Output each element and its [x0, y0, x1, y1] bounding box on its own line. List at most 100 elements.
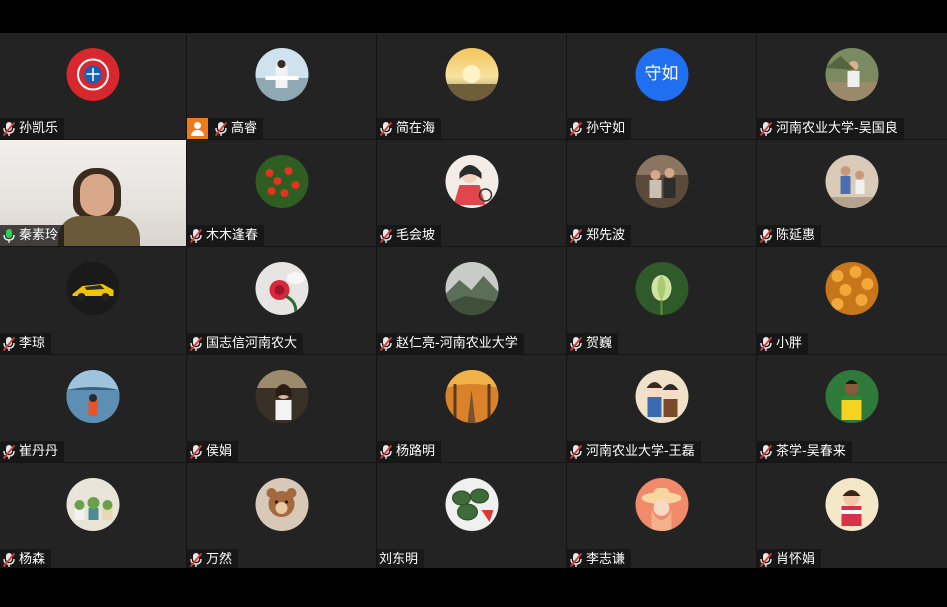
- microphone-muted-icon: [569, 552, 583, 567]
- participant-name: 郑先波: [586, 228, 626, 243]
- participant-name-tag: 秦素玲: [0, 225, 65, 246]
- participant-tile[interactable]: 小胖: [757, 247, 947, 354]
- participant-name: 杨森: [19, 552, 46, 567]
- microphone-muted-icon: [379, 228, 393, 243]
- participant-avatar: [825, 262, 879, 315]
- participant-tile[interactable]: 毛会坡: [377, 140, 566, 246]
- participant-avatar: 守如: [635, 48, 688, 101]
- participant-tile[interactable]: 茶学-吴春来: [757, 355, 947, 462]
- participant-avatar: [635, 262, 688, 315]
- participant-tile[interactable]: 赵仁亮-河南农业大学: [377, 247, 566, 354]
- microphone-muted-icon: [379, 121, 393, 136]
- participant-name-tag: 毛会坡: [377, 225, 442, 246]
- participant-tile[interactable]: 简在海: [377, 33, 566, 139]
- microphone-muted-icon: [759, 336, 773, 351]
- microphone-muted-icon: [2, 552, 16, 567]
- participant-name: 李琼: [19, 336, 46, 351]
- participant-tile[interactable]: 贺巍: [567, 247, 756, 354]
- participant-tile[interactable]: 李琼: [0, 247, 186, 354]
- participant-name: 刘东明: [379, 552, 419, 567]
- participant-tile[interactable]: 郑先波: [567, 140, 756, 246]
- participant-name-tag: 小胖: [757, 333, 809, 354]
- participant-name-tag: 刘东明: [377, 549, 425, 570]
- participant-tile[interactable]: 崔丹丹: [0, 355, 186, 462]
- participant-avatar: [255, 262, 308, 315]
- microphone-muted-icon: [569, 121, 583, 136]
- participant-name: 国志信河南农大: [206, 336, 298, 351]
- participant-name: 毛会坡: [396, 228, 436, 243]
- participant-tile[interactable]: 杨森: [0, 463, 186, 570]
- microphone-muted-icon: [214, 121, 228, 136]
- participant-name: 赵仁亮-河南农业大学: [396, 336, 518, 351]
- participant-name-tag: 茶学-吴春来: [757, 441, 852, 462]
- microphone-muted-icon: [189, 444, 203, 459]
- participant-tile[interactable]: 木木逢春: [187, 140, 376, 246]
- participant-name: 崔丹丹: [19, 444, 59, 459]
- microphone-muted-icon: [189, 228, 203, 243]
- participant-tile[interactable]: 河南农业大学-吴国良: [757, 33, 947, 139]
- participant-tile[interactable]: 陈延惠: [757, 140, 947, 246]
- participant-name: 孙凯乐: [19, 121, 59, 136]
- microphone-muted-icon: [569, 228, 583, 243]
- microphone-muted-icon: [759, 121, 773, 136]
- participant-tile[interactable]: 孙凯乐: [0, 33, 186, 139]
- participant-name-tag: 杨路明: [377, 441, 442, 462]
- participant-avatar: [66, 370, 120, 423]
- participant-tile[interactable]: 河南农业大学-王磊: [567, 355, 756, 462]
- participant-avatar: [825, 478, 879, 531]
- participant-tile[interactable]: 肖怀娟: [757, 463, 947, 570]
- top-bar: [0, 0, 947, 33]
- bottom-bar: [0, 568, 947, 607]
- microphone-muted-icon: [189, 552, 203, 567]
- microphone-muted-icon: [2, 121, 16, 136]
- participant-tile[interactable]: 国志信河南农大: [187, 247, 376, 354]
- participant-name: 侯娟: [206, 444, 233, 459]
- participant-name-tag: 河南农业大学-吴国良: [757, 118, 904, 139]
- participant-name-tag: 李志谦: [567, 549, 632, 570]
- participant-name: 杨路明: [396, 444, 436, 459]
- participant-avatar: [445, 48, 498, 101]
- microphone-muted-icon: [379, 336, 393, 351]
- participant-tile[interactable]: 刘东明: [377, 463, 566, 570]
- participant-name: 肖怀娟: [776, 552, 816, 567]
- participant-name-tag: 李琼: [0, 333, 52, 354]
- participant-name: 河南农业大学-吴国良: [776, 121, 898, 136]
- participant-name: 贺巍: [586, 336, 613, 351]
- participant-avatar: [255, 478, 308, 531]
- participant-name-tag: 陈延惠: [757, 225, 822, 246]
- participant-name-tag: 崔丹丹: [0, 441, 65, 462]
- participant-name-tag: 简在海: [377, 118, 442, 139]
- participant-name: 李志谦: [586, 552, 626, 567]
- participant-grid: 孙凯乐 高睿 简在海 守如 孙守如 河南农业大学-吴国良 秦素玲 木木逢春 毛会坡: [0, 33, 947, 570]
- participant-name-tag: 赵仁亮-河南农业大学: [377, 333, 524, 354]
- participant-tile[interactable]: 守如 孙守如: [567, 33, 756, 139]
- microphone-muted-icon: [759, 552, 773, 567]
- participant-avatar: [445, 262, 498, 315]
- user-icon: [187, 118, 208, 139]
- participant-tile[interactable]: 秦素玲: [0, 140, 186, 246]
- participant-name-tag: 孙凯乐: [0, 118, 65, 139]
- participant-avatar: [635, 370, 688, 423]
- participant-tile[interactable]: 侯娟: [187, 355, 376, 462]
- participant-tile[interactable]: 万然: [187, 463, 376, 570]
- microphone-muted-icon: [189, 336, 203, 351]
- participant-tile[interactable]: 李志谦: [567, 463, 756, 570]
- microphone-muted-icon: [759, 444, 773, 459]
- microphone-muted-icon: [569, 336, 583, 351]
- participant-name-tag: 郑先波: [567, 225, 632, 246]
- participant-name-tag: 贺巍: [567, 333, 619, 354]
- participant-tile[interactable]: 杨路明: [377, 355, 566, 462]
- participant-name: 简在海: [396, 121, 436, 136]
- participant-avatar: [255, 370, 308, 423]
- participant-tile[interactable]: 高睿: [187, 33, 376, 139]
- participant-avatar: [255, 48, 308, 101]
- participant-avatar: [635, 478, 688, 531]
- microphone-active-icon: [3, 228, 15, 243]
- participant-avatar: [255, 155, 308, 208]
- participant-avatar: [445, 155, 498, 208]
- participant-name-tag: 侯娟: [187, 441, 239, 462]
- microphone-muted-icon: [569, 444, 583, 459]
- participant-avatar: [66, 48, 120, 101]
- participant-avatar: [825, 48, 879, 101]
- participant-avatar: [66, 478, 120, 531]
